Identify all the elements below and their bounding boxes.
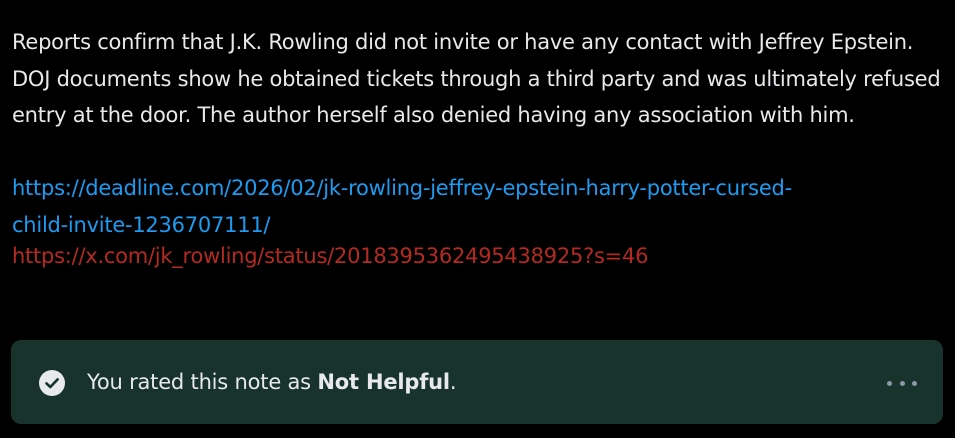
rating-suffix: .	[449, 370, 457, 394]
rating-prefix: You rated this note as	[87, 370, 318, 394]
more-options-button[interactable]	[887, 372, 917, 394]
source-link-deadline-line-2: child-invite-1236707111/	[12, 212, 271, 237]
source-link-deadline-line-1: https://deadline.com/2026/02/jk-rowling-…	[12, 176, 792, 200]
more-dots-icon	[912, 380, 917, 386]
check-circle-icon	[39, 370, 65, 396]
note-text: Reports confirm that J.K. Rowling did no…	[12, 30, 941, 127]
note-body: Reports confirm that J.K. Rowling did no…	[12, 24, 942, 275]
source-link-x[interactable]: https://x.com/jk_rowling/status/20183953…	[12, 238, 942, 275]
more-dots-icon	[887, 380, 892, 386]
rating-text: You rated this note as Not Helpful.	[87, 365, 457, 399]
rating-value: Not Helpful	[317, 370, 450, 394]
rating-banner: You rated this note as Not Helpful.	[11, 340, 943, 424]
source-link-deadline[interactable]: https://deadline.com/2026/02/jk-rowling-…	[12, 170, 942, 243]
more-dots-icon	[899, 380, 905, 386]
